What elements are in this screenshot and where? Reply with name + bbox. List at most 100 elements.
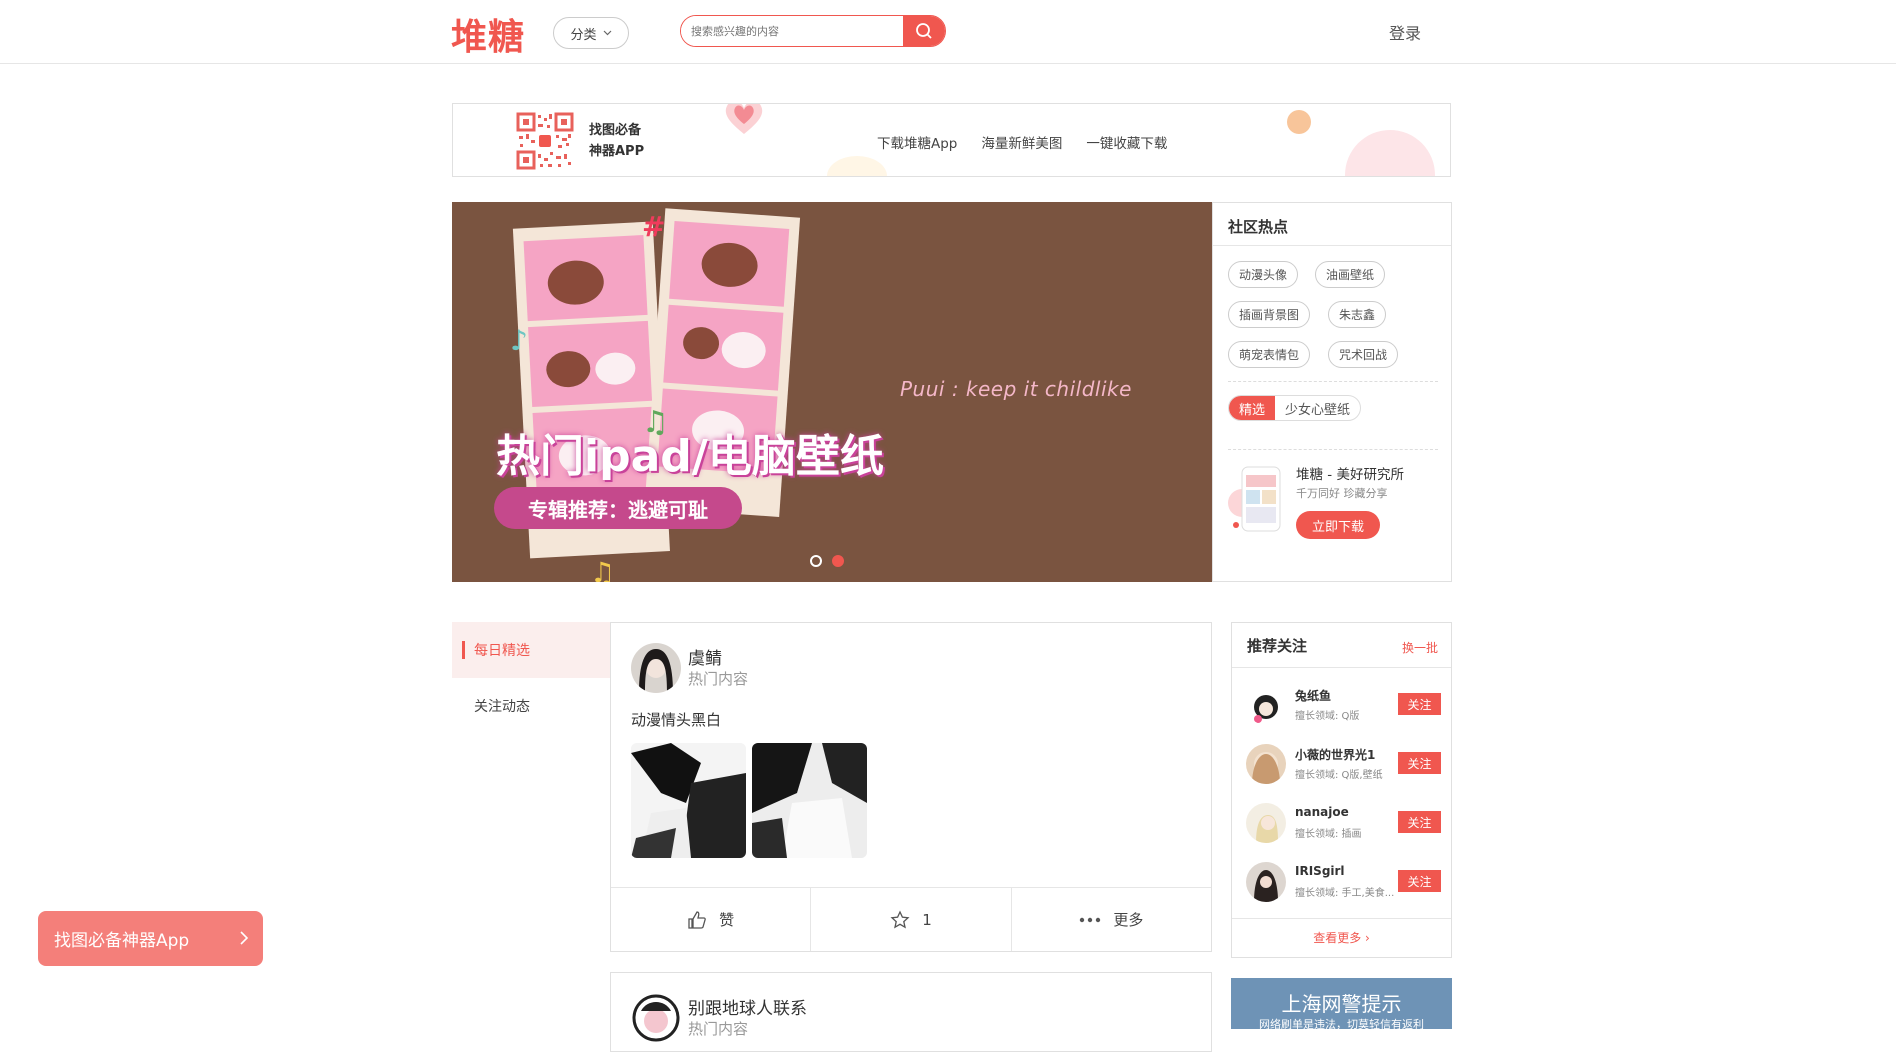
- segment-selected[interactable]: 精选: [1229, 396, 1276, 420]
- recommend-user-name[interactable]: IRISgirl: [1295, 864, 1345, 878]
- see-more-link[interactable]: 查看更多 ›: [1232, 929, 1451, 946]
- segment-option[interactable]: 少女心壁纸: [1275, 396, 1360, 420]
- favorite-count: 1: [922, 910, 932, 929]
- nav-daily-picks[interactable]: 每日精选: [452, 622, 610, 678]
- svg-text:#: #: [642, 210, 665, 243]
- hot-tag[interactable]: 萌宠表情包: [1228, 341, 1311, 368]
- hot-tag[interactable]: 咒术回战: [1328, 341, 1399, 368]
- thumbs-up-icon: [688, 910, 706, 929]
- phone-mockup-icon: [1228, 466, 1281, 532]
- glow-decoration: [827, 156, 887, 176]
- recommend-title: 推荐关注: [1247, 637, 1308, 655]
- recommend-follow-panel: 推荐关注 换一批 兔纸鱼 擅长领域: Q版 关注 小薇的世界光1 擅长领域: Q…: [1231, 622, 1452, 958]
- carousel-dot-active[interactable]: [832, 555, 844, 567]
- carousel-dot[interactable]: [810, 555, 822, 567]
- avatar[interactable]: [631, 643, 681, 693]
- like-label: 赞: [719, 911, 735, 929]
- hot-segment-switch: 精选 少女心壁纸: [1228, 395, 1362, 421]
- post-text: 动漫情头黑白: [631, 711, 722, 729]
- chevron-down-icon: [603, 30, 611, 36]
- recommend-user-name[interactable]: nanajoe: [1295, 805, 1349, 819]
- favorite-button[interactable]: 1: [810, 888, 1010, 951]
- site-logo[interactable]: 堆糖: [451, 8, 525, 60]
- star-icon: [890, 909, 910, 928]
- category-label: 分类: [570, 27, 597, 43]
- recommend-user-field: 擅长领域: 插画: [1295, 829, 1362, 840]
- recommend-user: nanajoe 擅长领域: 插画 关注: [1246, 801, 1441, 845]
- follow-button[interactable]: 关注: [1398, 693, 1441, 715]
- avatar[interactable]: [631, 993, 681, 1043]
- search-input[interactable]: [681, 16, 903, 46]
- recommend-user: 小薇的世界光1 擅长领域: Q版,壁纸 关注: [1246, 742, 1441, 786]
- hot-tag[interactable]: 动漫头像: [1228, 261, 1299, 288]
- carousel-dots: [810, 555, 844, 567]
- search-box: [680, 15, 946, 47]
- hot-tag[interactable]: 插画背景图: [1228, 301, 1311, 328]
- heart-decoration-icon: [725, 104, 763, 134]
- avatar[interactable]: [1246, 744, 1286, 784]
- follow-button[interactable]: 关注: [1398, 870, 1441, 892]
- hot-tag[interactable]: 油画壁纸: [1315, 261, 1386, 288]
- hot-panel-title: 社区热点: [1228, 218, 1289, 236]
- post-username[interactable]: 别跟地球人联系: [688, 994, 807, 1019]
- app-banner-link[interactable]: 下载堆糖App: [877, 132, 957, 152]
- qr-code-icon: [516, 112, 574, 170]
- divider: [1232, 667, 1451, 668]
- divider: [1232, 918, 1451, 919]
- svg-text:♫: ♫: [590, 556, 615, 582]
- app-download-banner[interactable]: 找图必备 神器APP 下载堆糖App 海量新鲜美图 一键收藏下载: [452, 103, 1451, 177]
- app-banner-link[interactable]: 一键收藏下载: [1086, 132, 1167, 152]
- avatar[interactable]: [1246, 862, 1286, 902]
- floating-app-label: 找图必备神器App: [54, 931, 190, 951]
- feed-left-nav: 每日精选 关注动态: [452, 622, 610, 734]
- like-button[interactable]: 赞: [611, 888, 810, 951]
- divider: [1213, 245, 1451, 246]
- carousel-title: 热门ipad/电脑壁纸: [496, 431, 884, 482]
- recommend-user-field: 擅长领域: 手工,美食...: [1295, 888, 1395, 899]
- app-banner-link[interactable]: 海量新鲜美图: [981, 132, 1062, 152]
- bubble-decoration: [1287, 110, 1311, 134]
- app-banner-title: 找图必备 神器APP: [589, 120, 644, 162]
- recommend-user: 兔纸鱼 擅长领域: Q版 关注: [1246, 683, 1441, 727]
- post-image[interactable]: [631, 743, 746, 858]
- refresh-batch-link[interactable]: 换一批: [1402, 639, 1438, 656]
- post-username[interactable]: 虞鲭: [688, 644, 722, 669]
- police-notice-banner[interactable]: 上海网警提示 网络刷单是违法，切莫轻信有返利: [1231, 978, 1452, 1029]
- police-notice-subtitle: 网络刷单是违法，切莫轻信有返利: [1259, 1018, 1424, 1029]
- feed-card: 别跟地球人联系 热门内容: [610, 972, 1212, 1052]
- recommend-user-name[interactable]: 兔纸鱼: [1295, 687, 1331, 704]
- search-icon: [916, 23, 932, 39]
- follow-button[interactable]: 关注: [1398, 811, 1441, 833]
- svg-text:♪: ♪: [510, 324, 528, 357]
- app-promo-title: 堆糖 - 美好研究所: [1296, 467, 1404, 483]
- feed-card: 虞鲭 热门内容 动漫情头黑白 赞 1 更多: [610, 622, 1212, 952]
- post-actions: 赞 1 更多: [611, 887, 1211, 951]
- login-link[interactable]: 登录: [1389, 20, 1421, 44]
- hero-carousel[interactable]: # ♪ ♫ ♫ Puui : keep it childlike 热门ipad/…: [452, 202, 1212, 582]
- download-now-button[interactable]: 立即下载: [1296, 511, 1380, 539]
- divider: [1228, 449, 1438, 450]
- more-label: 更多: [1113, 911, 1144, 929]
- more-button[interactable]: 更多: [1010, 888, 1211, 951]
- search-button[interactable]: [903, 16, 945, 46]
- avatar[interactable]: [1246, 685, 1286, 725]
- avatar[interactable]: [1246, 803, 1286, 843]
- recommend-user-field: 擅长领域: Q版: [1295, 711, 1360, 722]
- app-banner-links: 下载堆糖App 海量新鲜美图 一键收藏下载: [877, 132, 1167, 152]
- community-hot-panel: 社区热点 动漫头像 油画壁纸 插画背景图 朱志鑫 萌宠表情包 咒术回战 精选 少…: [1212, 202, 1452, 582]
- top-header: 堆糖 分类 登录: [0, 0, 1896, 64]
- recommend-user-field: 擅长领域: Q版,壁纸: [1295, 770, 1383, 781]
- post-image[interactable]: [752, 743, 867, 858]
- floating-app-button[interactable]: 找图必备神器App: [38, 911, 263, 966]
- divider: [1228, 381, 1438, 382]
- follow-button[interactable]: 关注: [1398, 752, 1441, 774]
- app-promo-subtitle: 千万同好 珍藏分享: [1296, 487, 1388, 500]
- chevron-right-icon: [240, 931, 249, 945]
- carousel-slogan: Puui : keep it childlike: [900, 377, 1132, 401]
- category-dropdown[interactable]: 分类: [553, 17, 629, 49]
- recommend-user-name[interactable]: 小薇的世界光1: [1295, 746, 1375, 763]
- app-banner-line2: 神器APP: [589, 144, 645, 159]
- hot-tag[interactable]: 朱志鑫: [1328, 301, 1387, 328]
- nav-following[interactable]: 关注动态: [452, 678, 610, 734]
- carousel-album-pill[interactable]: 专辑推荐：逃避可耻: [494, 487, 742, 529]
